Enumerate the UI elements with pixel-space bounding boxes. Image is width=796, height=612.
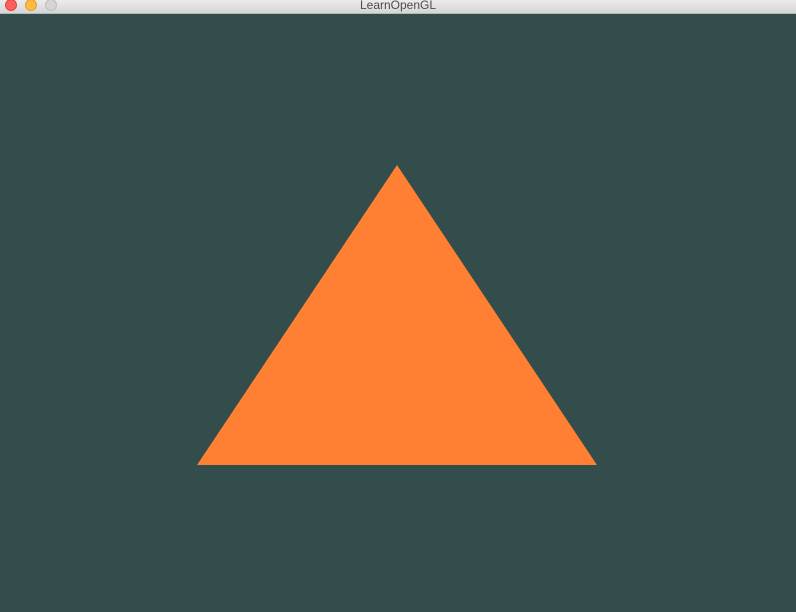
window-title: LearnOpenGL	[359, 0, 437, 12]
gl-viewport	[0, 14, 796, 612]
render-canvas	[0, 14, 796, 612]
app-window: LearnOpenGL	[0, 0, 796, 612]
title-bar[interactable]: LearnOpenGL	[0, 0, 796, 14]
